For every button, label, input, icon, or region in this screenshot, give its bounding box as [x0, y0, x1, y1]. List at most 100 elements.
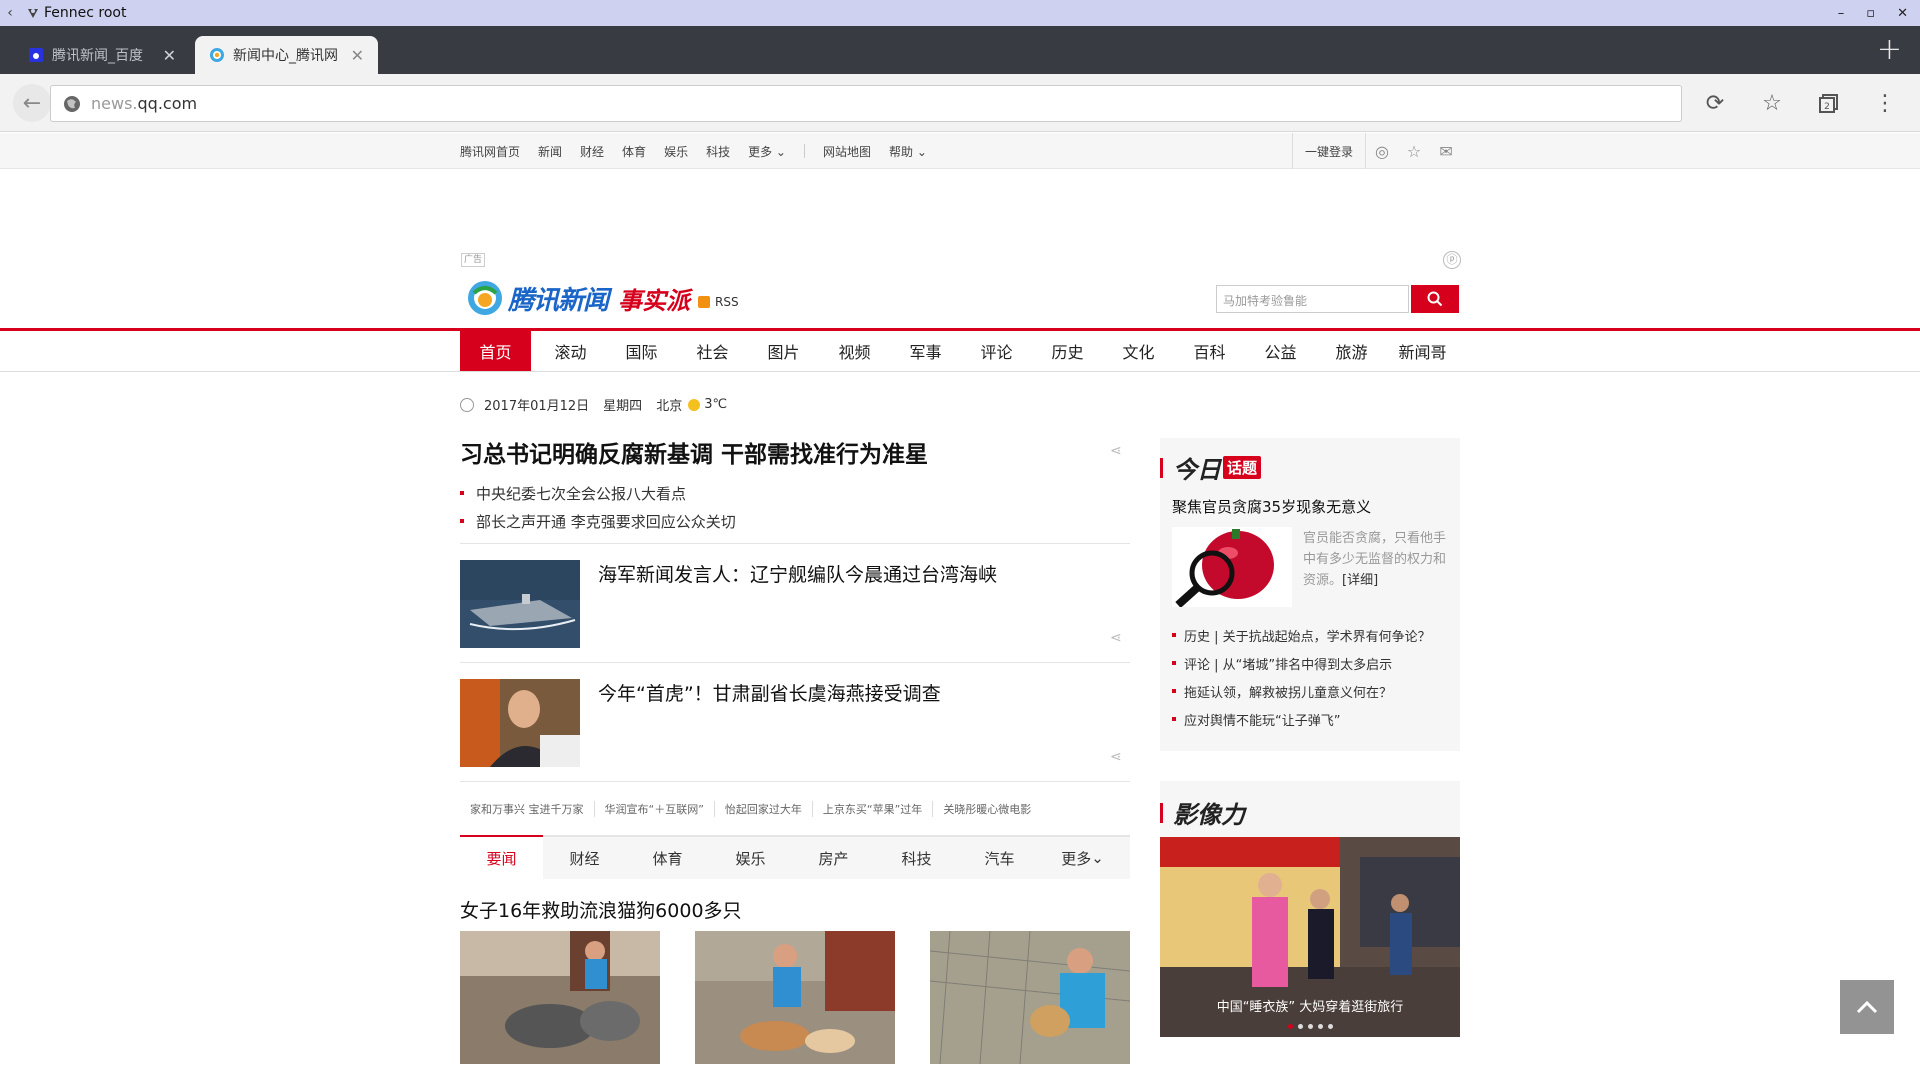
topnav-link[interactable]: 娱乐	[664, 143, 688, 160]
favorite-star-icon[interactable]: ☆	[1398, 142, 1430, 161]
bullet	[460, 491, 464, 495]
channel-home[interactable]: 首页	[460, 331, 531, 371]
rss-label: RSS	[715, 295, 739, 309]
topnav-link[interactable]: 新闻	[538, 143, 562, 160]
ad-close-icon[interactable]: ⓟ	[1443, 251, 1461, 269]
channel-item[interactable]: 公益	[1245, 331, 1316, 371]
tab-more[interactable]: 更多 ⌄	[1041, 837, 1124, 879]
close-tab-icon[interactable]: ✕	[163, 46, 176, 65]
minimize-icon[interactable]: –	[1838, 6, 1845, 21]
topic-link[interactable]: 评论 | 从“堵城”排名中得到太多启示	[1184, 654, 1392, 673]
today-topic-box: 今日 话题 聚焦官员贪腐35岁现象无意义 官员能否贪腐，只看他手中有多少无监督的…	[1160, 438, 1460, 751]
tab-item[interactable]: 娱乐	[709, 837, 792, 879]
topic-link[interactable]: 历史 | 关于抗战起始点，学术界有何争论？	[1184, 626, 1431, 645]
weibo-icon[interactable]: ◎	[1366, 142, 1398, 161]
bookmark-star-icon[interactable]: ☆	[1758, 89, 1786, 117]
topic-title[interactable]: 聚焦官员贪腐35岁现象无意义	[1172, 496, 1371, 517]
address-bar[interactable]: news. qq.com	[50, 85, 1682, 122]
sub-link[interactable]: 中央纪委七次全会公报八大看点	[476, 483, 686, 504]
channel-item[interactable]: 图片	[748, 331, 819, 371]
channel-item[interactable]: 军事	[890, 331, 961, 371]
globe-icon	[64, 95, 80, 112]
topnav-help[interactable]: 帮助 ⌄	[889, 143, 927, 160]
url-host: qq.com	[137, 94, 198, 113]
mail-icon[interactable]: ✉	[1430, 142, 1462, 161]
top-headline[interactable]: 习总书记明确反腐新基调 干部需找准行为准星	[460, 435, 928, 469]
app-icon	[28, 9, 38, 18]
channel-nav: 首页 滚动 国际 社会 图片 视频 军事 评论 历史 文化 百科 公益 旅游 新…	[0, 328, 1920, 372]
topic-link[interactable]: 拖延认领，解救被拐儿童意义何在？	[1184, 682, 1392, 701]
cats-photo[interactable]	[695, 931, 895, 1064]
back-chevron-icon[interactable]: ‹	[0, 5, 20, 21]
close-tab-icon[interactable]: ✕	[351, 46, 364, 65]
promo-link[interactable]: 家和万事兴 宝进千万家	[460, 801, 595, 817]
topic-photo[interactable]	[1172, 527, 1292, 607]
tab-item[interactable]: 房产	[792, 837, 875, 879]
rss-icon	[698, 296, 710, 308]
channel-item[interactable]: 评论	[961, 331, 1032, 371]
topnav-link[interactable]: 财经	[580, 143, 604, 160]
gallery-dot[interactable]	[1297, 1024, 1303, 1029]
channel-item[interactable]: 社会	[677, 331, 748, 371]
topnav-more[interactable]: 更多 ⌄	[748, 143, 786, 160]
tab-important[interactable]: 要闻	[460, 835, 543, 879]
channel-item[interactable]: 文化	[1103, 331, 1174, 371]
topnav-link[interactable]: 网站地图	[823, 143, 871, 160]
channel-item[interactable]: 历史	[1032, 331, 1103, 371]
featured-title[interactable]: 女子16年救助流浪猫狗6000多只	[460, 896, 742, 923]
date-weather-bar: 2017年01月12日 星期四 北京 3℃	[460, 395, 741, 414]
gallery-dot[interactable]	[1307, 1024, 1313, 1029]
tab-baidu[interactable]: 腾讯新闻_百度 ✕	[14, 36, 190, 74]
share-icon[interactable]: ⋖	[1110, 443, 1128, 459]
story-title[interactable]: 今年“首虎”！甘肃副省长虞海燕接受调查	[598, 679, 941, 706]
channel-item[interactable]: 新闻哥	[1387, 331, 1458, 371]
gallery-dot[interactable]	[1327, 1024, 1333, 1029]
promo-link[interactable]: 怡起回家过大年	[715, 801, 813, 817]
topnav-link[interactable]: 体育	[622, 143, 646, 160]
fence-photo[interactable]	[930, 931, 1130, 1064]
promo-link[interactable]: 华润宣布“＋互联网”	[595, 801, 715, 817]
topic-more-link[interactable]: [详细]	[1342, 573, 1378, 588]
sub-link[interactable]: 部长之声开通 李克强要求回应公众关切	[476, 511, 736, 532]
share-icon[interactable]: ⋖	[1110, 630, 1128, 646]
channel-item[interactable]: 百科	[1174, 331, 1245, 371]
topnav-link[interactable]: 腾讯网首页	[460, 143, 520, 160]
maximize-icon[interactable]: ▫	[1866, 6, 1875, 21]
channel-item[interactable]: 国际	[606, 331, 677, 371]
search-input[interactable]: 马加特考验鲁能	[1216, 285, 1409, 313]
tab-item[interactable]: 汽车	[958, 837, 1041, 879]
back-button[interactable]: ←	[13, 84, 51, 122]
tab-switcher-icon[interactable]: 2	[1815, 89, 1843, 117]
tab-item[interactable]: 科技	[875, 837, 958, 879]
image-gallery[interactable]: 中国“睡衣族” 大妈穿着逛街旅行	[1160, 837, 1460, 1037]
dogs-photo[interactable]	[460, 931, 660, 1064]
topnav-help-label: 帮助	[889, 144, 914, 159]
back-to-top-button[interactable]	[1840, 980, 1894, 1034]
share-icon[interactable]: ⋖	[1110, 749, 1128, 765]
reload-icon[interactable]: ⟳	[1701, 89, 1729, 117]
new-tab-icon[interactable]: +	[1877, 32, 1902, 67]
gallery-dot[interactable]	[1317, 1024, 1323, 1029]
story-title[interactable]: 海军新闻发言人：辽宁舰编队今晨通过台湾海峡	[598, 560, 997, 587]
one-click-login[interactable]: 一键登录	[1292, 133, 1367, 169]
tab-item[interactable]: 财经	[543, 837, 626, 879]
browser-toolbar: ← news. qq.com ⟳ ☆ 2 ⋮	[0, 74, 1920, 132]
promo-link[interactable]: 关晓彤暖心微电影	[933, 801, 1041, 817]
topic-description: 官员能否贪腐，只看他手中有多少无监督的权力和资源。[详细]	[1303, 528, 1451, 591]
official-photo[interactable]	[460, 679, 580, 767]
channel-item[interactable]: 视频	[819, 331, 890, 371]
carrier-photo[interactable]	[460, 560, 580, 648]
close-window-icon[interactable]: ✕	[1897, 6, 1908, 21]
gallery-dot[interactable]	[1287, 1024, 1293, 1029]
promo-link[interactable]: 上京东买“苹果”过年	[813, 801, 934, 817]
topic-link[interactable]: 应对舆情不能玩“让子弹飞”	[1184, 710, 1340, 729]
tab-qq-news[interactable]: 新闻中心_腾讯网 ✕	[195, 36, 378, 74]
channel-item[interactable]: 滚动	[535, 331, 606, 371]
site-logo[interactable]: 腾讯新闻 事实派	[466, 279, 690, 317]
search-button[interactable]	[1411, 285, 1459, 313]
topnav-link[interactable]: 科技	[706, 143, 730, 160]
channel-item[interactable]: 旅游	[1316, 331, 1387, 371]
tab-item[interactable]: 体育	[626, 837, 709, 879]
rss-link[interactable]: RSS	[698, 295, 739, 309]
menu-kebab-icon[interactable]: ⋮	[1871, 89, 1899, 117]
